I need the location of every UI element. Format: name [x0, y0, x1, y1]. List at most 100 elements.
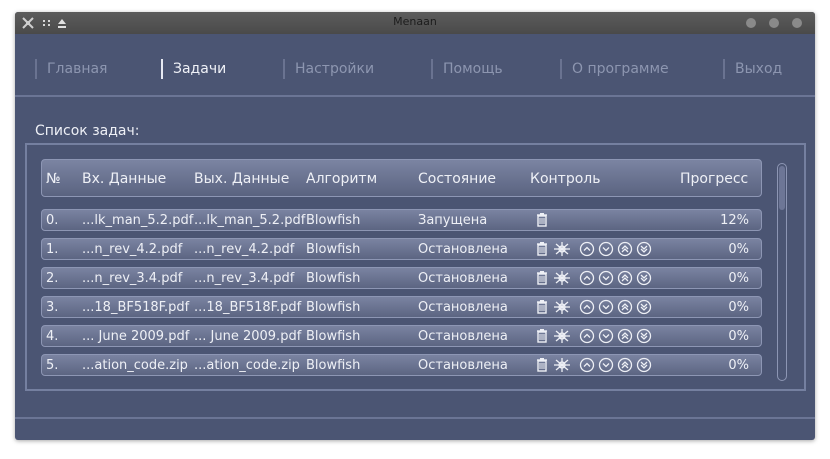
trash-icon[interactable] [534, 270, 550, 286]
task-progress: 0% [728, 300, 749, 315]
footer-divider [15, 417, 815, 419]
menu-item-settings[interactable]: Настройки [283, 59, 374, 79]
minimize-button[interactable] [746, 18, 756, 28]
arrow-bottom-icon[interactable] [636, 357, 652, 373]
arrow-top-icon[interactable] [617, 328, 633, 344]
arrow-top-icon[interactable] [617, 357, 633, 373]
task-state: Остановлена [418, 300, 508, 315]
task-algorithm: Blowfish [306, 358, 361, 373]
task-list-title: Список задач: [35, 123, 140, 139]
task-progress: 0% [728, 242, 749, 257]
gear-icon[interactable] [551, 357, 573, 373]
main-menu: Главная Задачи Настройки Помощь О програ… [15, 34, 815, 96]
app-window: Menaan Главная Задачи Настройки Помощь О… [15, 12, 815, 440]
task-panel: № Вх. Данные Вых. Данные Алгоритм Состоя… [25, 143, 806, 391]
trash-icon[interactable] [534, 241, 550, 257]
task-input: ...18_BF518F.pdf [82, 300, 190, 315]
task-state: Остановлена [418, 329, 508, 344]
task-output: ...ation_code.zip [194, 358, 300, 373]
gear-icon[interactable] [551, 270, 573, 286]
task-progress: 12% [720, 213, 749, 228]
arrow-up-icon[interactable] [579, 328, 595, 344]
task-state: Остановлена [418, 242, 508, 257]
scrollbar[interactable] [777, 163, 787, 381]
task-state: Остановлена [418, 271, 508, 286]
arrow-down-icon[interactable] [598, 270, 614, 286]
arrow-bottom-icon[interactable] [636, 299, 652, 315]
task-output: ...n_rev_4.2.pdf [194, 242, 295, 257]
arrow-up-icon[interactable] [579, 299, 595, 315]
scroll-thumb[interactable] [779, 166, 785, 210]
col-algorithm[interactable]: Алгоритм [306, 171, 377, 187]
arrow-down-icon[interactable] [598, 328, 614, 344]
gear-icon[interactable] [551, 241, 573, 257]
task-algorithm: Blowfish [306, 300, 361, 315]
gear-icon[interactable] [551, 299, 573, 315]
arrow-top-icon[interactable] [617, 299, 633, 315]
menu-item-help[interactable]: Помощь [431, 59, 503, 79]
menu-item-home[interactable]: Главная [35, 59, 107, 79]
gear-icon[interactable] [551, 328, 573, 344]
trash-icon[interactable] [534, 212, 550, 228]
col-progress[interactable]: Прогресс [680, 171, 748, 187]
arrow-top-icon[interactable] [617, 270, 633, 286]
menu-item-exit[interactable]: Выход [723, 59, 782, 79]
table-header: № Вх. Данные Вых. Данные Алгоритм Состоя… [41, 159, 762, 197]
arrow-bottom-icon[interactable] [636, 241, 652, 257]
task-input: ... June 2009.pdf [82, 329, 190, 344]
table-row[interactable]: 3. ...18_BF518F.pdf ...18_BF518F.pdf Blowfi… [41, 296, 762, 318]
task-input: ...lk_man_5.2.pdf [82, 213, 194, 228]
menu-item-tasks[interactable]: Задачи [161, 59, 226, 79]
table-row[interactable]: 4. ... June 2009.pdf ... June 2009.pdf Blow… [41, 325, 762, 347]
menu-divider [15, 95, 815, 97]
table-row[interactable]: 5. ...ation_code.zip ...ation_code.zip Blow… [41, 354, 762, 376]
task-algorithm: Blowfish [306, 271, 361, 286]
arrow-up-icon[interactable] [579, 270, 595, 286]
task-state: Остановлена [418, 358, 508, 373]
col-output[interactable]: Вых. Данные [194, 171, 289, 187]
col-control[interactable]: Контроль [530, 171, 600, 187]
task-input: ...n_rev_3.4.pdf [82, 271, 183, 286]
task-num: 4. [46, 329, 59, 344]
task-state: Запущена [418, 213, 488, 228]
col-input[interactable]: Вх. Данные [82, 171, 166, 187]
trash-icon[interactable] [534, 299, 550, 315]
task-algorithm: Blowfish [306, 329, 361, 344]
title-bar[interactable]: Menaan [15, 12, 815, 34]
col-state[interactable]: Состояние [418, 171, 496, 187]
task-output: ... June 2009.pdf [194, 329, 302, 344]
trash-icon[interactable] [534, 357, 550, 373]
trash-icon[interactable] [534, 328, 550, 344]
arrow-top-icon[interactable] [617, 241, 633, 257]
task-output: ...lk_man_5.2.pdf [194, 213, 306, 228]
task-algorithm: Blowfish [306, 242, 361, 257]
arrow-down-icon[interactable] [598, 241, 614, 257]
col-num[interactable]: № [46, 171, 61, 187]
task-num: 1. [46, 242, 59, 257]
task-progress: 0% [728, 358, 749, 373]
menu-item-about[interactable]: О программе [560, 59, 669, 79]
task-algorithm: Blowfish [306, 213, 361, 228]
maximize-button[interactable] [769, 18, 779, 28]
task-progress: 0% [728, 329, 749, 344]
arrow-up-icon[interactable] [579, 357, 595, 373]
task-output: ...18_BF518F.pdf [194, 300, 302, 315]
task-output: ...n_rev_3.4.pdf [194, 271, 295, 286]
task-num: 3. [46, 300, 59, 315]
arrow-bottom-icon[interactable] [636, 328, 652, 344]
task-progress: 0% [728, 271, 749, 286]
table-row[interactable]: 0. ...lk_man_5.2.pdf ...lk_man_5.2.pdf Blow… [41, 209, 762, 231]
table-row[interactable]: 2. ...n_rev_3.4.pdf ...n_rev_3.4.pdf Blowfi… [41, 267, 762, 289]
window-title: Menaan [393, 15, 437, 28]
arrow-bottom-icon[interactable] [636, 270, 652, 286]
arrow-down-icon[interactable] [598, 357, 614, 373]
task-input: ...ation_code.zip [82, 358, 188, 373]
arrow-up-icon[interactable] [579, 241, 595, 257]
close-button[interactable] [792, 18, 802, 28]
task-num: 0. [46, 213, 59, 228]
table-row[interactable]: 1. ...n_rev_4.2.pdf ...n_rev_4.2.pdf Blowfi… [41, 238, 762, 260]
task-num: 2. [46, 271, 59, 286]
task-input: ...n_rev_4.2.pdf [82, 242, 183, 257]
task-num: 5. [46, 358, 59, 373]
arrow-down-icon[interactable] [598, 299, 614, 315]
